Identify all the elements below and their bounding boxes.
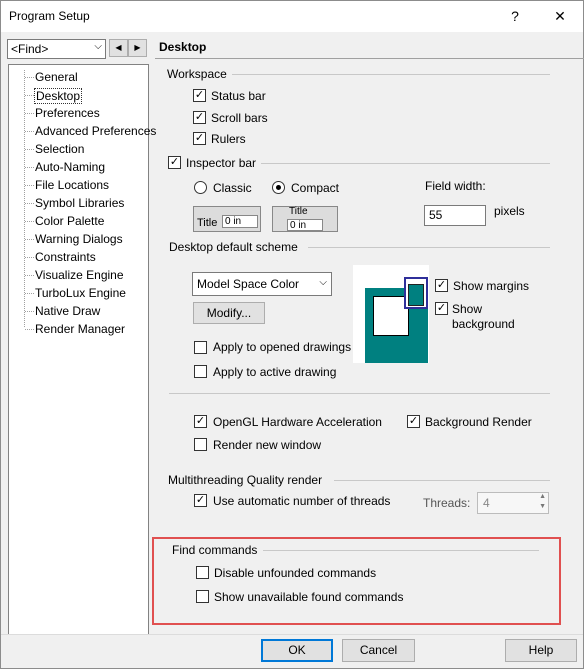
- compact-preview: Title 0 in: [272, 206, 338, 232]
- tree-connector: [24, 70, 25, 327]
- workspace-label: Workspace: [167, 67, 227, 81]
- tree-item-visualize-engine[interactable]: Visualize Engine: [35, 268, 124, 282]
- arrow-left-icon: ◀: [115, 43, 122, 52]
- tree-item-symbol-libraries[interactable]: Symbol Libraries: [35, 196, 124, 210]
- scheme-select[interactable]: Model Space Color ⌵: [192, 272, 332, 296]
- field-width-label: Field width:: [425, 179, 486, 193]
- classic-radio[interactable]: [194, 181, 207, 194]
- tree-item-advanced-preferences[interactable]: Advanced Preferences: [35, 124, 156, 138]
- tree-item-color-palette[interactable]: Color Palette: [35, 214, 104, 228]
- tree-item-constraints[interactable]: Constraints: [35, 250, 96, 264]
- scroll-bars-checkbox[interactable]: ✓: [193, 111, 206, 124]
- field-width-input[interactable]: 55: [424, 205, 486, 226]
- close-window-button[interactable]: ✕: [538, 1, 582, 32]
- pixels-label: pixels: [494, 204, 525, 218]
- show-unavailable-label: Show unavailable found commands: [214, 590, 404, 604]
- tree-item-native-draw[interactable]: Native Draw: [35, 304, 100, 318]
- find-combobox[interactable]: <Find> ⌵: [7, 39, 106, 59]
- scheme-select-value: Model Space Color: [197, 277, 300, 291]
- status-bar-checkbox[interactable]: ✓: [193, 89, 206, 102]
- compact-preview-title: Title: [289, 206, 308, 217]
- apply-active-label: Apply to active drawing: [213, 365, 337, 379]
- background-render-label: Background Render: [425, 415, 532, 429]
- show-margins-label: Show margins: [453, 279, 530, 293]
- tree-item-desktop[interactable]: Desktop: [34, 88, 83, 104]
- inspector-bar-checkbox[interactable]: ✓: [168, 156, 181, 169]
- show-background-checkbox[interactable]: ✓: [435, 302, 448, 315]
- chevron-down-icon[interactable]: ⌵: [94, 41, 102, 52]
- classic-label: Classic: [213, 181, 252, 195]
- apply-active-checkbox[interactable]: [194, 365, 207, 378]
- footer-divider: [1, 634, 583, 635]
- multithreading-divider: [334, 480, 550, 481]
- tree-item-auto-naming[interactable]: Auto-Naming: [35, 160, 105, 174]
- threads-value: 4: [483, 496, 490, 510]
- program-setup-window: Program Setup ? ✕ <Find> ⌵ ◀ ▶ General D…: [0, 0, 584, 669]
- rulers-label: Rulers: [211, 132, 246, 146]
- tree-item-general[interactable]: General: [35, 70, 78, 84]
- tree-item-render-manager[interactable]: Render Manager: [35, 322, 125, 336]
- spin-down-icon[interactable]: ▼: [539, 503, 546, 510]
- disable-unfounded-checkbox[interactable]: [196, 566, 209, 579]
- show-background-label: Show background: [452, 302, 515, 331]
- status-bar-label: Status bar: [211, 89, 266, 103]
- rulers-checkbox[interactable]: ✓: [193, 132, 206, 145]
- cancel-button[interactable]: Cancel: [342, 639, 415, 662]
- section-divider: [155, 58, 584, 59]
- threads-label: Threads:: [423, 496, 471, 510]
- tree-item-warning-dialogs[interactable]: Warning Dialogs: [35, 232, 123, 246]
- auto-threads-checkbox[interactable]: ✓: [194, 494, 207, 507]
- window-title: Program Setup: [9, 9, 90, 23]
- inspector-divider: [261, 163, 550, 164]
- find-commands-label: Find commands: [172, 543, 258, 557]
- threads-spinner[interactable]: 4 ▲ ▼: [477, 492, 549, 514]
- compact-label: Compact: [291, 181, 340, 195]
- section-title: Desktop: [159, 40, 207, 54]
- opengl-label: OpenGL Hardware Acceleration: [213, 415, 382, 429]
- spin-up-icon[interactable]: ▲: [539, 493, 546, 500]
- scheme-label: Desktop default scheme: [169, 240, 298, 254]
- preview-inspector: [404, 277, 428, 309]
- render-new-window-checkbox[interactable]: [194, 438, 207, 451]
- compact-radio[interactable]: [272, 181, 285, 194]
- chevron-down-icon: ⌵: [319, 277, 327, 288]
- next-button[interactable]: ▶: [128, 39, 147, 57]
- tree-item-preferences[interactable]: Preferences: [35, 106, 100, 120]
- apply-opened-checkbox[interactable]: [194, 341, 207, 354]
- show-unavailable-checkbox[interactable]: [196, 590, 209, 603]
- ok-button[interactable]: OK: [261, 639, 333, 662]
- auto-threads-label: Use automatic number of threads: [213, 494, 391, 508]
- workspace-divider: [232, 74, 550, 75]
- render-divider: [169, 393, 550, 394]
- tree-item-selection[interactable]: Selection: [35, 142, 84, 156]
- opengl-checkbox[interactable]: ✓: [194, 415, 207, 428]
- scroll-bars-label: Scroll bars: [211, 111, 268, 125]
- show-margins-checkbox[interactable]: ✓: [435, 279, 448, 292]
- scheme-divider: [308, 247, 550, 248]
- find-value: <Find>: [11, 42, 49, 56]
- apply-opened-label: Apply to opened drawings: [213, 340, 352, 354]
- category-tree: General Desktop Preferences Advanced Pre…: [8, 64, 156, 635]
- classic-preview-value: 0 in: [222, 215, 258, 228]
- title-bar: Program Setup ? ✕: [1, 1, 583, 32]
- render-new-window-label: Render new window: [213, 438, 322, 452]
- find-commands-divider: [263, 550, 539, 551]
- help-title-button[interactable]: ?: [493, 1, 537, 32]
- multithreading-label: Multithreading Quality render: [168, 473, 323, 487]
- disable-unfounded-label: Disable unfounded commands: [214, 566, 377, 580]
- compact-preview-value: 0 in: [287, 219, 323, 231]
- scheme-preview: [353, 265, 429, 363]
- background-render-checkbox[interactable]: ✓: [407, 415, 420, 428]
- classic-preview-title: Title: [197, 217, 218, 229]
- help-button[interactable]: Help: [505, 639, 577, 662]
- inspector-bar-label: Inspector bar: [186, 156, 257, 170]
- tree-item-file-locations[interactable]: File Locations: [35, 178, 109, 192]
- tree-item-turbolux-engine[interactable]: TurboLux Engine: [35, 286, 126, 300]
- arrow-right-icon: ▶: [134, 43, 141, 52]
- prev-button[interactable]: ◀: [109, 39, 128, 57]
- classic-preview: Title 0 in: [193, 206, 261, 232]
- field-width-value: 55: [429, 208, 443, 222]
- modify-button[interactable]: Modify...: [193, 302, 265, 324]
